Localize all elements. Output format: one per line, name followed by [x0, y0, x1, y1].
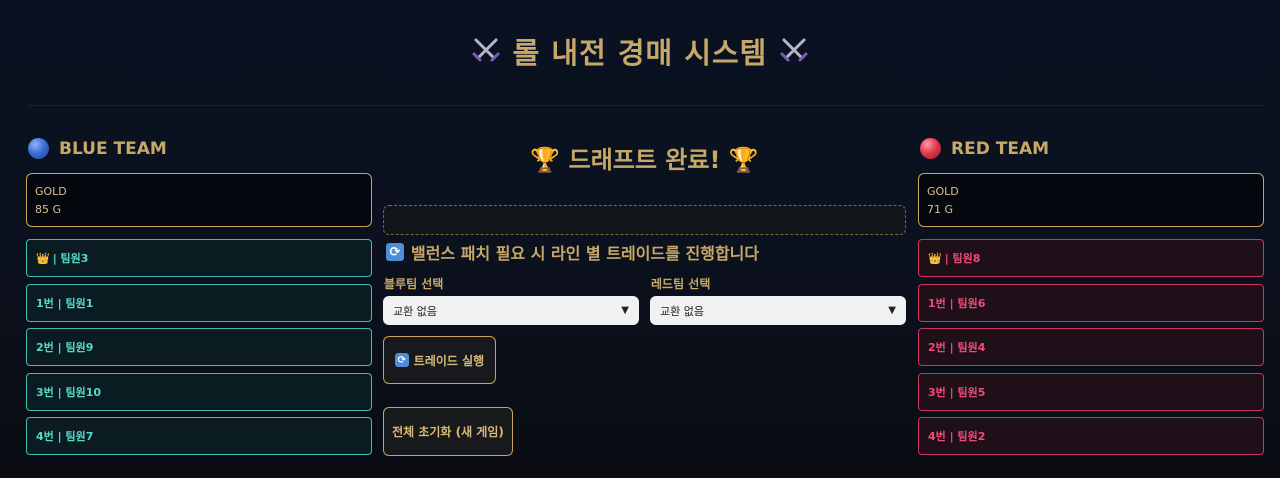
divider	[28, 105, 1264, 106]
slot-label: 2번 | 팀원9	[36, 341, 94, 354]
trade-notice: ⟳ 밸런스 패치 필요 시 라인 별 트레이드를 진행합니다	[386, 240, 759, 264]
red-team-name: RED TEAM	[951, 138, 1050, 159]
blue-slot-2: 2번 | 팀원9	[26, 328, 372, 366]
red-slot-4: 4번 | 팀원2	[918, 417, 1264, 455]
page-title: 롤 내전 경매 시스템	[0, 30, 1280, 73]
select-value: 교환 없음	[393, 304, 437, 318]
gold-value: 71 G	[927, 203, 954, 216]
blue-slot-4: 4번 | 팀원7	[26, 417, 372, 455]
refresh-icon: ⟳	[386, 243, 404, 261]
crossed-swords-icon	[470, 34, 502, 73]
red-trade-select[interactable]: 교환 없음 ▼	[650, 296, 906, 325]
blue-slot-leader: 👑 | 팀원3	[26, 239, 372, 277]
slot-label: 4번 | 팀원7	[36, 430, 94, 443]
slot-label: 3번 | 팀원5	[928, 386, 986, 399]
chevron-down-icon: ▼	[621, 305, 629, 316]
gold-label: GOLD	[35, 185, 67, 198]
draft-result-box	[383, 205, 906, 235]
red-select-label: 레드팀 선택	[651, 277, 711, 291]
trophy-icon: 🏆	[530, 146, 561, 174]
blue-trade-select[interactable]: 교환 없음 ▼	[383, 296, 639, 325]
refresh-icon: ⟳	[394, 353, 409, 367]
slot-label: 1번 | 팀원6	[928, 297, 986, 310]
slot-label: 4번 | 팀원2	[928, 430, 986, 443]
red-gold-box: GOLD 71 G	[918, 173, 1264, 227]
gold-value: 85 G	[35, 203, 62, 216]
red-circle-icon	[920, 138, 941, 159]
slot-label: | 팀원3	[52, 252, 89, 265]
trade-button-label: 트레이드 실행	[413, 353, 485, 368]
red-slot-3: 3번 | 팀원5	[918, 373, 1264, 411]
blue-select-label: 블루팀 선택	[384, 277, 444, 291]
red-slot-2: 2번 | 팀원4	[918, 328, 1264, 366]
crown-icon: 👑	[928, 251, 942, 265]
blue-team-header: BLUE TEAM	[28, 138, 167, 159]
select-value: 교환 없음	[660, 304, 704, 318]
draft-title: 🏆 드래프트 완료! 🏆	[383, 140, 906, 175]
reset-button[interactable]: 전체 초기화 (새 게임)	[383, 407, 513, 456]
draft-title-text: 드래프트 완료!	[568, 146, 721, 174]
trade-button[interactable]: ⟳ 트레이드 실행	[383, 336, 496, 384]
blue-team-name: BLUE TEAM	[59, 138, 167, 159]
crossed-swords-icon	[778, 34, 810, 73]
slot-label: 1번 | 팀원1	[36, 297, 94, 310]
blue-slot-3: 3번 | 팀원10	[26, 373, 372, 411]
reset-button-label: 전체 초기화 (새 게임)	[392, 425, 504, 439]
trophy-icon: 🏆	[728, 146, 759, 174]
red-slot-leader: 👑 | 팀원8	[918, 239, 1264, 277]
slot-label: 3번 | 팀원10	[36, 386, 101, 399]
blue-slot-1: 1번 | 팀원1	[26, 284, 372, 322]
slot-label: 2번 | 팀원4	[928, 341, 986, 354]
notice-text: 밸런스 패치 필요 시 라인 별 트레이드를 진행합니다	[411, 244, 760, 263]
gold-label: GOLD	[927, 185, 959, 198]
chevron-down-icon: ▼	[888, 305, 896, 316]
red-slot-1: 1번 | 팀원6	[918, 284, 1264, 322]
blue-circle-icon	[28, 138, 49, 159]
crown-icon: 👑	[36, 251, 50, 265]
blue-gold-box: GOLD 85 G	[26, 173, 372, 227]
slot-label: | 팀원8	[944, 252, 981, 265]
title-text: 롤 내전 경매 시스템	[512, 36, 768, 70]
red-team-header: RED TEAM	[920, 138, 1049, 159]
